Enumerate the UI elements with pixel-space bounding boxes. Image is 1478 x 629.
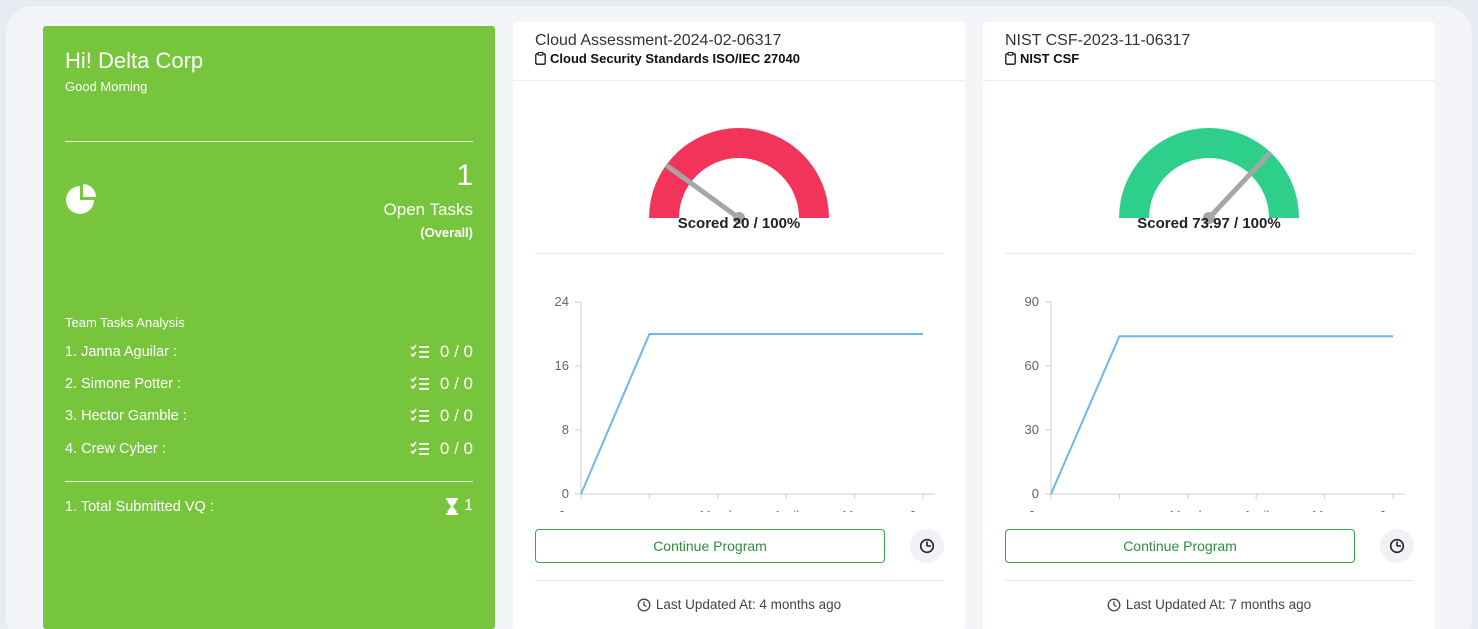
history-button[interactable] bbox=[910, 529, 944, 563]
x-tick-label: April bbox=[773, 508, 799, 512]
divider bbox=[65, 481, 473, 482]
hourglass-icon bbox=[446, 497, 459, 515]
checklist-icon bbox=[410, 376, 429, 390]
last-updated-text: Last Updated At: 4 months ago bbox=[655, 597, 842, 612]
score-text: Scored 20 / 100% bbox=[677, 215, 801, 232]
team-member-row: 2. Simone Potter : 0 / 0 bbox=[65, 374, 473, 396]
team-member-name: 2. Simone Potter : bbox=[65, 376, 182, 392]
divider bbox=[1005, 580, 1413, 581]
checklist-icon bbox=[410, 408, 429, 422]
x-tick-label: April bbox=[1243, 508, 1269, 512]
divider bbox=[983, 80, 1435, 81]
series-line bbox=[1050, 335, 1393, 495]
gauge-arc bbox=[1119, 128, 1299, 218]
clipboard-icon bbox=[1005, 52, 1016, 65]
assessment-standard: Cloud Security Standards ISO/IEC 27040 bbox=[535, 51, 800, 66]
x-tick-label: June bbox=[909, 508, 937, 512]
team-member-tasks: 0 / 0 bbox=[410, 406, 473, 426]
clock-icon bbox=[1107, 598, 1121, 611]
score-gauge bbox=[649, 128, 829, 224]
team-member-row: 4. Crew Cyber : 0 / 0 bbox=[65, 439, 473, 461]
checklist-icon bbox=[410, 441, 429, 455]
welcome-card: Hi! Delta Corp Good Morning 1 Open Tasks… bbox=[43, 26, 495, 629]
divider bbox=[535, 253, 943, 254]
clipboard-icon bbox=[535, 52, 546, 65]
history-button[interactable] bbox=[1380, 529, 1414, 563]
y-tick-label: 8 bbox=[562, 422, 569, 437]
open-tasks-count: 1 bbox=[456, 159, 473, 192]
last-updated-text: Last Updated At: 7 months ago bbox=[1125, 597, 1312, 612]
team-member-name: 4. Crew Cyber : bbox=[65, 441, 166, 457]
divider bbox=[513, 80, 965, 81]
team-member-tasks: 0 / 0 bbox=[410, 374, 473, 394]
team-member-row: 3. Hector Gamble : 0 / 0 bbox=[65, 406, 473, 428]
total-submitted-label: 1. Total Submitted VQ : bbox=[65, 499, 214, 515]
team-member-task-count: 0 / 0 bbox=[439, 374, 473, 393]
assessment-title: Cloud Assessment-2024-02-06317 bbox=[535, 32, 782, 49]
assessment-standard: NIST CSF bbox=[1005, 51, 1079, 66]
y-tick-label: 0 bbox=[562, 486, 569, 501]
clock-icon bbox=[637, 598, 651, 611]
assessment-title: NIST CSF-2023-11-06317 bbox=[1005, 32, 1191, 49]
x-tick-label: May bbox=[1312, 508, 1337, 512]
divider bbox=[535, 580, 943, 581]
score-trend-chart: 0 30 60 90 January March April May June bbox=[1025, 294, 1408, 512]
divider bbox=[65, 141, 473, 142]
y-tick-label: 60 bbox=[1025, 358, 1039, 373]
y-tick-label: 90 bbox=[1025, 294, 1039, 309]
clock-icon bbox=[1389, 538, 1405, 554]
clock-icon bbox=[919, 538, 935, 554]
team-tasks-title: Team Tasks Analysis bbox=[65, 315, 185, 330]
team-member-task-count: 0 / 0 bbox=[439, 406, 473, 425]
y-tick-label: 0 bbox=[1032, 486, 1039, 501]
y-tick-label: 24 bbox=[555, 294, 569, 309]
y-tick-label: 16 bbox=[555, 358, 569, 373]
greeting: Hi! Delta Corp bbox=[65, 48, 204, 73]
open-tasks-label: Open Tasks bbox=[383, 200, 473, 219]
x-tick-label: March bbox=[700, 508, 736, 512]
checklist-icon bbox=[410, 344, 429, 358]
score-gauge bbox=[1119, 128, 1299, 224]
series-line bbox=[580, 333, 923, 495]
x-tick-label: March bbox=[1170, 508, 1206, 512]
total-submitted-value: 1 bbox=[464, 497, 473, 514]
team-member-tasks: 0 / 0 bbox=[410, 342, 473, 362]
total-submitted-value-wrap: 1 bbox=[446, 497, 473, 515]
team-member-task-count: 0 / 0 bbox=[439, 342, 473, 361]
greeting-subtitle: Good Morning bbox=[65, 79, 148, 94]
team-member-name: 3. Hector Gamble : bbox=[65, 408, 187, 424]
team-member-task-count: 0 / 0 bbox=[439, 439, 473, 458]
continue-program-button[interactable]: Continue Program bbox=[535, 529, 885, 563]
last-updated: Last Updated At: 7 months ago bbox=[983, 597, 1435, 612]
assessment-card: Cloud Assessment-2024-02-06317 Cloud Sec… bbox=[513, 22, 965, 629]
assessment-standard-name: NIST CSF bbox=[1020, 51, 1080, 66]
x-tick-label: January bbox=[558, 508, 605, 512]
last-updated: Last Updated At: 4 months ago bbox=[513, 597, 965, 612]
pie-chart-icon bbox=[66, 184, 96, 214]
continue-program-button[interactable]: Continue Program bbox=[1005, 529, 1355, 563]
team-member-tasks: 0 / 0 bbox=[410, 439, 473, 459]
x-tick-label: June bbox=[1379, 508, 1407, 512]
total-submitted-row: 1. Total Submitted VQ : 1 bbox=[65, 497, 473, 519]
team-member-row: 1. Janna Aguilar : 0 / 0 bbox=[65, 342, 473, 364]
x-tick-label: May bbox=[842, 508, 867, 512]
score-text: Scored 73.97 / 100% bbox=[1137, 215, 1281, 232]
open-tasks-scope: (Overall) bbox=[420, 225, 473, 240]
assessment-standard-name: Cloud Security Standards ISO/IEC 27040 bbox=[550, 51, 800, 66]
x-tick-label: January bbox=[1028, 508, 1075, 512]
divider bbox=[1005, 253, 1413, 254]
y-tick-label: 30 bbox=[1025, 422, 1039, 437]
score-trend-chart: 0 8 16 24 January March April May June bbox=[555, 294, 938, 512]
team-member-name: 1. Janna Aguilar : bbox=[65, 344, 178, 360]
assessment-card: NIST CSF-2023-11-06317 NIST CSF Scored 7… bbox=[983, 22, 1435, 629]
